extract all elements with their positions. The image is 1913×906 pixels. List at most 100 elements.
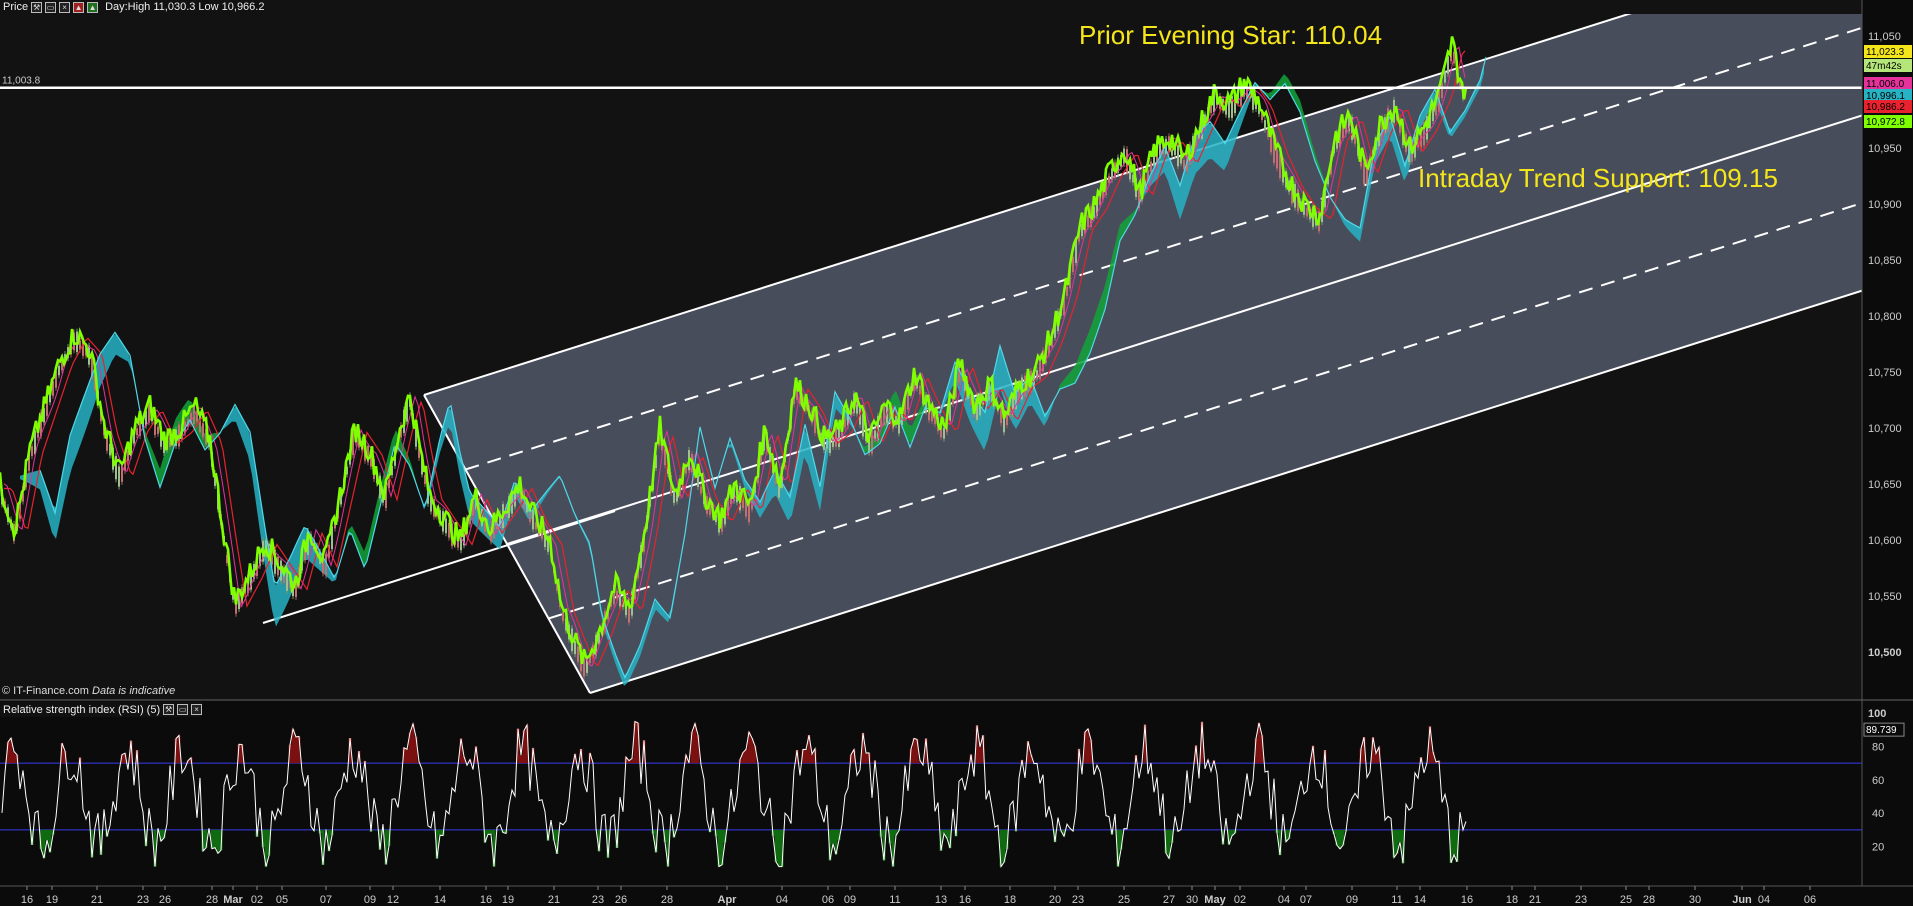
x-tick-label: Jun: [1732, 894, 1752, 906]
x-tick-label: 06: [1804, 894, 1816, 906]
x-tick-label: 07: [1300, 894, 1312, 906]
candle-body: [1066, 286, 1068, 296]
copyright-note: Data is indicative: [92, 685, 176, 697]
horizontal-level-label: 11,003.8: [2, 76, 41, 87]
rsi-value-label: 89.739: [1866, 725, 1897, 736]
x-tick-label: 28: [1643, 894, 1655, 906]
x-tick-label: 16: [480, 894, 492, 906]
y-tick-label: 11,050: [1868, 31, 1901, 43]
x-tick-label: 30: [1186, 894, 1198, 906]
close-icon[interactable]: ×: [59, 1, 71, 13]
candle-body: [1441, 82, 1443, 99]
y-tick-label: 10,600: [1868, 535, 1902, 547]
candle-body: [1276, 149, 1278, 169]
candle-body: [532, 510, 534, 530]
y-tick-label: 10,800: [1868, 311, 1902, 323]
price-label: 10,972.8: [1866, 117, 1905, 128]
candle-body: [1150, 161, 1152, 172]
x-tick-label: 04: [1278, 894, 1290, 906]
y-tick-label: 10,750: [1868, 367, 1902, 379]
x-tick-label: 09: [1346, 894, 1358, 906]
rsi-background: [0, 700, 1913, 886]
x-tick-label: 14: [1414, 894, 1426, 906]
rsi-tick-label: 100: [1868, 708, 1886, 720]
candle-body: [1264, 120, 1266, 130]
x-tick-label: 02: [1234, 894, 1246, 906]
candle-body: [1072, 256, 1074, 273]
annotation-trend-support: Intraday Trend Support: 109.15: [1418, 163, 1778, 193]
rsi-tick-label: 60: [1872, 775, 1884, 787]
y-tick-label: 10,900: [1868, 199, 1902, 211]
price-label: 11,006.0: [1866, 79, 1905, 90]
x-tick-label: 09: [844, 894, 856, 906]
cloud-segment: [276, 577, 280, 627]
candle-body: [445, 518, 447, 534]
candle-body: [700, 486, 702, 494]
x-tick-label: 14: [434, 894, 446, 906]
chart-add-icon[interactable]: ▲: [87, 1, 99, 13]
x-tick-label: 23: [137, 894, 149, 906]
annotation-evening-star: Prior Evening Star: 110.04: [1079, 20, 1382, 50]
x-tick-label: Apr: [718, 894, 738, 906]
candle-body: [1363, 162, 1365, 185]
y-tick-label: 10,950: [1868, 143, 1902, 155]
x-tick-label: 02: [251, 894, 263, 906]
day-range: Day:High 11,030.3 Low 10,966.2: [105, 1, 265, 13]
right-price-labels: 11,023.347m42s11,006.010,996.110,986.210…: [1864, 45, 1912, 128]
x-tick-label: 21: [548, 894, 560, 906]
candle-body: [943, 427, 945, 439]
time-axis: 16 19 21 23 26 28 Mar 02 05 07 09 12 14 16 19 21 23 26 28 A…: [0, 885, 1913, 906]
copyright-source: © IT-Finance.com: [2, 685, 89, 697]
close-icon[interactable]: ×: [191, 704, 203, 715]
candle-body: [58, 365, 60, 376]
x-tick-label: 16: [959, 894, 971, 906]
x-tick-label: May: [1204, 894, 1226, 906]
x-tick-label: 06: [822, 894, 834, 906]
rsi-tick-label: 40: [1872, 808, 1884, 820]
window-icon[interactable]: ▭: [177, 704, 189, 715]
y-tick-label: 10,700: [1868, 423, 1902, 435]
window-icon[interactable]: ▭: [45, 1, 57, 13]
x-tick-label: 28: [206, 894, 218, 906]
x-tick-label: 19: [46, 894, 58, 906]
price-toolbar: Price ⚒ ▭ × ▲ ▲ Day:High 11,030.3 Low 10…: [0, 0, 264, 14]
x-tick-label: 26: [615, 894, 627, 906]
candle-body: [1177, 144, 1179, 167]
y-tick-label: 10,850: [1868, 255, 1902, 267]
chart-canvas: 11,003.8 Prior Evening Star: 110.04 Intrad…: [0, 0, 1913, 906]
candle-body: [1183, 159, 1185, 170]
wrench-icon[interactable]: ⚒: [31, 1, 43, 13]
candle-body: [574, 640, 576, 655]
candle-body: [1228, 100, 1230, 118]
candle-body: [919, 385, 921, 395]
chart-icon[interactable]: ▲: [73, 1, 85, 13]
x-tick-label: 11: [1391, 894, 1402, 906]
cloud-segment: [1208, 123, 1212, 160]
x-tick-label: 05: [276, 894, 288, 906]
rsi-title: Relative strength index (RSI) (5): [3, 703, 161, 716]
candle-body: [835, 428, 837, 447]
candle-body: [577, 646, 579, 662]
x-tick-label: 25: [1620, 894, 1632, 906]
x-tick-label: 18: [1004, 894, 1016, 906]
candle-body: [1087, 215, 1089, 228]
x-tick-label: 04: [1758, 894, 1770, 906]
candle-body: [844, 419, 846, 428]
candle-body: [202, 423, 204, 438]
candle-body: [31, 446, 33, 457]
candle-body: [118, 466, 120, 487]
rsi-toolbar: Relative strength index (RSI) (5) ⚒ ▭ ×: [0, 702, 203, 717]
x-tick-label: 21: [1529, 894, 1541, 906]
candle-body: [562, 612, 564, 621]
x-tick-label: 20: [1049, 894, 1061, 906]
candle-body: [616, 590, 618, 599]
cloud-segment: [32, 471, 36, 488]
rsi-panel: 100 80 60 40 20 89.739: [0, 699, 1913, 886]
price-panel-title: Price: [3, 1, 29, 13]
x-tick-label: 23: [1575, 894, 1587, 906]
wrench-icon[interactable]: ⚒: [163, 704, 175, 715]
candle-body: [1444, 72, 1446, 83]
candle-body: [874, 430, 876, 439]
x-tick-label: 04: [776, 894, 788, 906]
x-tick-label: 30: [1689, 894, 1701, 906]
